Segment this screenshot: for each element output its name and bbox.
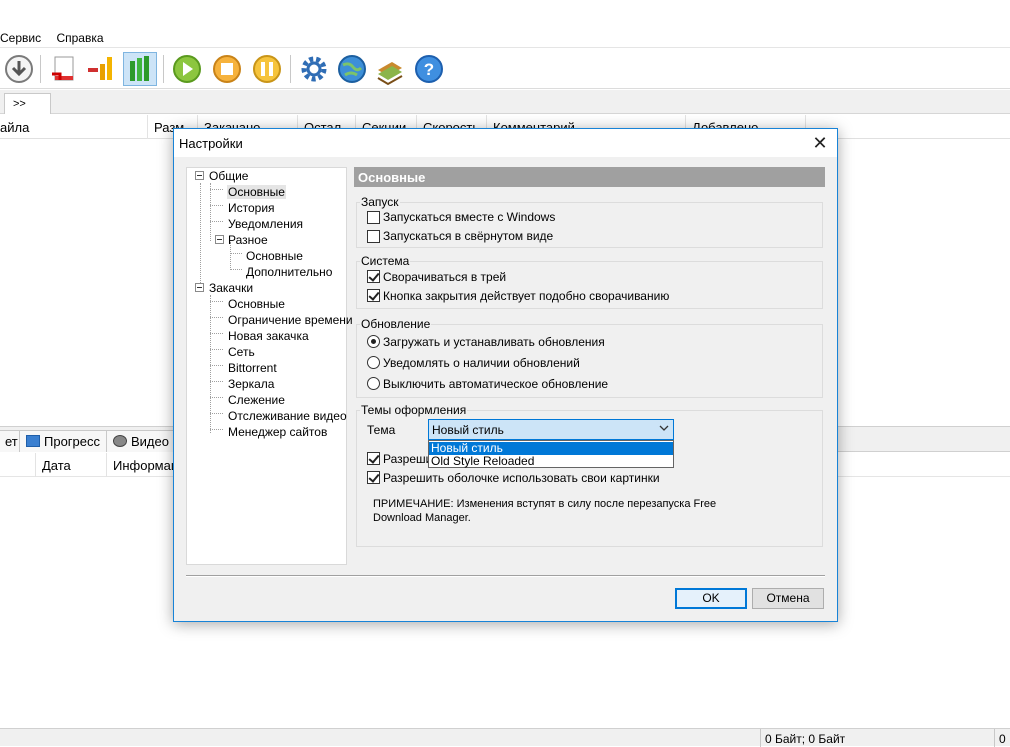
- status-extra: 0: [994, 729, 1010, 747]
- collapse-downloads-icon[interactable]: [195, 283, 204, 292]
- tree-video-tracking[interactable]: Отслеживание видео: [228, 409, 347, 423]
- auto-install-updates-radio[interactable]: [367, 335, 380, 348]
- startup-group-label: Запуск: [360, 195, 400, 209]
- status-bar: 0 Байт; 0 Байт 0: [0, 728, 1010, 747]
- dialog-titlebar: Настройки ✕: [174, 129, 837, 157]
- video-reel-icon: [113, 435, 127, 447]
- close-minimizes-label[interactable]: Кнопка закрытия действует подобно сворач…: [383, 289, 669, 303]
- column-filename[interactable]: айла: [0, 115, 148, 139]
- themes-group-label: Темы оформления: [360, 403, 468, 417]
- svg-text:?: ?: [424, 60, 434, 79]
- tree-misc-main[interactable]: Основные: [246, 249, 303, 263]
- theme-select[interactable]: Новый стиль: [428, 419, 674, 440]
- tree-site-manager[interactable]: Менеджер сайтов: [228, 425, 327, 439]
- allow-theme-images-label[interactable]: Разрешить оболочке использовать свои кар…: [383, 471, 660, 485]
- tree-general-main[interactable]: Основные: [227, 185, 286, 199]
- traffic-status: 0 Байт; 0 Байт: [760, 729, 994, 747]
- close-icon[interactable]: ✕: [803, 129, 837, 157]
- startup-minimized-checkbox[interactable]: [367, 230, 380, 243]
- tab-video[interactable]: Видео: [106, 430, 176, 452]
- toolbar: ?: [0, 49, 1010, 89]
- minimize-to-tray-checkbox[interactable]: [367, 270, 380, 283]
- globe-icon[interactable]: [335, 52, 369, 86]
- theme-label: Тема: [367, 423, 396, 437]
- theme-option-old-style-reloaded[interactable]: Old Style Reloaded: [429, 455, 673, 468]
- notify-updates-radio[interactable]: [367, 356, 380, 369]
- settings-gear-icon[interactable]: [297, 52, 331, 86]
- column-date[interactable]: Дата: [36, 453, 107, 477]
- tree-history[interactable]: История: [228, 201, 275, 215]
- update-group-label: Обновление: [360, 317, 432, 331]
- tree-downloads-main[interactable]: Основные: [228, 297, 285, 311]
- tree-notifications[interactable]: Уведомления: [228, 217, 303, 231]
- allow-theme-checkbox[interactable]: [367, 452, 380, 465]
- theme-dropdown-list[interactable]: Новый стиль Old Style Reloaded: [428, 440, 674, 468]
- books-icon[interactable]: [373, 52, 407, 86]
- minimize-to-tray-label[interactable]: Сворачиваться в трей: [383, 270, 506, 284]
- more-tabs-button[interactable]: >>: [4, 93, 51, 114]
- tree-general[interactable]: Общие: [209, 169, 248, 183]
- tree-new-download[interactable]: Новая закачка: [228, 329, 309, 343]
- progress-icon: [26, 435, 40, 447]
- tree-mirrors[interactable]: Зеркала: [228, 377, 274, 391]
- startup-with-windows-label[interactable]: Запускаться вместе с Windows: [383, 210, 555, 224]
- tab-progress[interactable]: Прогресс: [19, 430, 108, 452]
- column-type[interactable]: [0, 453, 36, 477]
- ok-button[interactable]: OK: [675, 588, 747, 609]
- menu-help[interactable]: Справка: [56, 28, 109, 45]
- stop-icon[interactable]: [210, 52, 244, 86]
- theme-select-value: Новый стиль: [432, 423, 504, 437]
- settings-tree[interactable]: Общие Основные История Уведомления Разно…: [186, 167, 353, 565]
- column-info[interactable]: Информац: [107, 453, 177, 477]
- restart-note: ПРИМЕЧАНИЕ: Изменения вступят в силу пос…: [373, 498, 717, 524]
- page-heading: Основные: [354, 167, 825, 187]
- tree-bittorrent[interactable]: Bittorrent: [228, 361, 277, 375]
- allow-theme-images-checkbox[interactable]: [367, 471, 380, 484]
- collapse-misc-icon[interactable]: [215, 235, 224, 244]
- tree-time-limit[interactable]: Ограничение времени: [228, 313, 353, 327]
- start-icon[interactable]: [170, 52, 204, 86]
- high-speed-icon[interactable]: [123, 52, 157, 86]
- chevron-down-icon: [659, 423, 669, 436]
- settings-dialog: Настройки ✕ Общие Основные История Уведо…: [173, 128, 838, 622]
- collapse-general-icon[interactable]: [195, 171, 204, 180]
- download-arrow-icon[interactable]: [2, 52, 36, 86]
- menu-bar: Сервис Справка: [0, 28, 1010, 48]
- disable-updates-radio[interactable]: [367, 377, 380, 390]
- system-group-label: Система: [360, 254, 411, 268]
- auto-install-updates-label[interactable]: Загружать и устанавливать обновления: [383, 335, 605, 349]
- close-minimizes-checkbox[interactable]: [367, 289, 380, 302]
- dialog-title: Настройки: [179, 136, 243, 151]
- tree-misc[interactable]: Разное: [228, 233, 268, 247]
- tree-monitoring[interactable]: Слежение: [228, 393, 285, 407]
- disable-updates-label[interactable]: Выключить автоматическое обновление: [383, 377, 608, 391]
- startup-with-windows-checkbox[interactable]: [367, 211, 380, 224]
- pause-icon[interactable]: [250, 52, 284, 86]
- medium-speed-icon[interactable]: [85, 52, 119, 86]
- notify-updates-label[interactable]: Уведомлять о наличии обновлений: [383, 356, 580, 370]
- dialog-separator: [186, 575, 825, 577]
- tree-misc-advanced[interactable]: Дополнительно: [246, 265, 332, 279]
- cancel-button[interactable]: Отмена: [752, 588, 824, 609]
- low-speed-icon[interactable]: [47, 52, 81, 86]
- help-icon[interactable]: ?: [412, 52, 446, 86]
- tree-network[interactable]: Сеть: [228, 345, 255, 359]
- startup-minimized-label[interactable]: Запускаться в свёрнутом виде: [383, 229, 553, 243]
- category-tab-row: >>: [0, 90, 1010, 114]
- menu-service[interactable]: Сервис: [0, 28, 47, 45]
- tree-downloads[interactable]: Закачки: [209, 281, 253, 295]
